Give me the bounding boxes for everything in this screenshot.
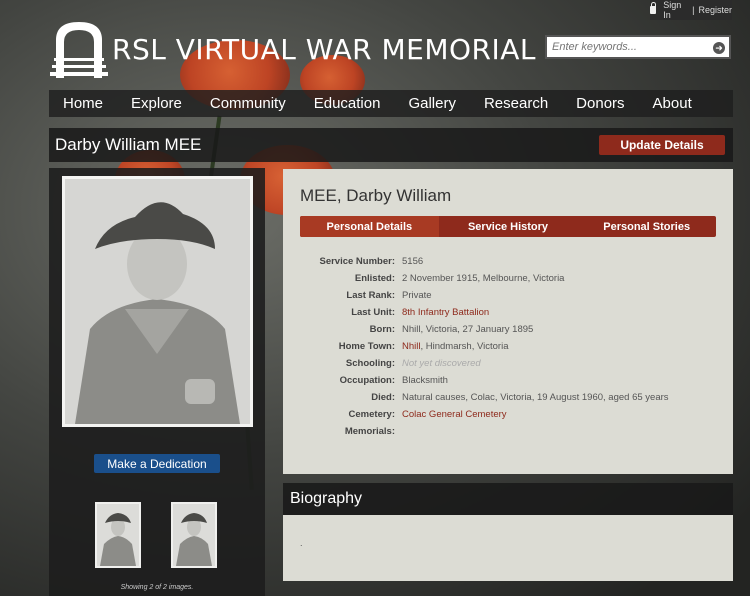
- search-box: ➜: [545, 35, 731, 59]
- photo-panel: Make a Dedication Showing 2 of 2 images.: [49, 168, 265, 596]
- portrait-photo[interactable]: [62, 176, 253, 427]
- details-panel: MEE, Darby William Personal Details Serv…: [283, 169, 733, 474]
- field-label: Service Number:: [319, 256, 395, 267]
- service-number-value: 5156: [402, 256, 424, 267]
- field-label: Enlisted:: [354, 273, 395, 284]
- search-arrow-icon[interactable]: ➜: [713, 42, 725, 54]
- field-label: Last Rank:: [346, 290, 395, 301]
- portrait-image: [65, 179, 250, 424]
- field-row: Last Unit: 8th Infantry Battalion: [300, 306, 716, 319]
- nav-gallery[interactable]: Gallery: [394, 95, 470, 112]
- nav-community[interactable]: Community: [196, 95, 300, 112]
- nav-explore[interactable]: Explore: [117, 95, 196, 112]
- field-label: Home Town:: [338, 341, 395, 352]
- update-details-button[interactable]: Update Details: [599, 135, 725, 155]
- biography-body: .: [283, 515, 733, 581]
- tab-service-history[interactable]: Service History: [439, 216, 578, 237]
- register-link[interactable]: Register: [698, 5, 732, 15]
- thumbnail-1[interactable]: [95, 502, 141, 568]
- occupation-value: Blacksmith: [402, 375, 448, 386]
- field-row: Born: Nhill, Victoria, 27 January 1895: [300, 323, 716, 336]
- cemetery-link[interactable]: Colac General Cemetery: [402, 408, 716, 421]
- image-count-text: Showing 2 of 2 images.: [120, 584, 194, 591]
- personal-details-list: Service Number: 5156 Enlisted: 2 Novembe…: [300, 255, 716, 442]
- biography-heading: Biography: [290, 490, 363, 507]
- nav-education[interactable]: Education: [300, 95, 395, 112]
- field-label: Cemetery:: [348, 409, 395, 420]
- home-town-link[interactable]: Nhill: [402, 341, 420, 352]
- separator: |: [692, 5, 695, 15]
- home-town-value: Nhill, Hindmarsh, Victoria: [402, 340, 716, 353]
- field-row: Occupation: Blacksmith: [300, 374, 716, 387]
- tab-personal-details[interactable]: Personal Details: [300, 216, 439, 237]
- schooling-value: Not yet discovered: [402, 358, 481, 369]
- field-label: Memorials:: [344, 426, 395, 437]
- field-row: Schooling: Not yet discovered: [300, 357, 716, 370]
- lock-icon: [650, 2, 657, 14]
- nav-home[interactable]: Home: [49, 95, 117, 112]
- field-row: Memorials:: [300, 425, 716, 438]
- site-title[interactable]: RSL VIRTUAL WAR MEMORIAL: [112, 33, 536, 66]
- field-row: Died: Natural causes, Colac, Victoria, 1…: [300, 391, 716, 404]
- field-label: Schooling:: [345, 358, 395, 369]
- tab-personal-stories[interactable]: Personal Stories: [577, 216, 716, 237]
- thumbnail-image: [173, 504, 215, 566]
- memorials-value: [402, 425, 716, 438]
- profile-display-name: Darby William MEE: [55, 135, 202, 154]
- rsl-logo-icon[interactable]: [50, 18, 108, 80]
- field-row: Enlisted: 2 November 1915, Melbourne, Vi…: [300, 272, 716, 285]
- profile-name-bar: Darby William MEE Update Details: [49, 128, 733, 162]
- profile-heading: MEE, Darby William: [300, 186, 452, 205]
- enlisted-value: 2 November 1915, Melbourne, Victoria: [402, 273, 565, 284]
- sign-in-link[interactable]: Sign In: [663, 0, 688, 20]
- account-bar: Sign In | Register: [650, 0, 732, 20]
- field-row: Home Town: Nhill, Hindmarsh, Victoria: [300, 340, 716, 353]
- nav-about[interactable]: About: [639, 95, 706, 112]
- field-row: Cemetery: Colac General Cemetery: [300, 408, 716, 421]
- nav-research[interactable]: Research: [470, 95, 562, 112]
- last-unit-link[interactable]: 8th Infantry Battalion: [402, 306, 716, 319]
- born-value: Nhill, Victoria, 27 January 1895: [402, 324, 534, 335]
- thumbnail-image: [97, 504, 139, 566]
- last-rank-value: Private: [402, 290, 432, 301]
- home-town-rest: , Hindmarsh, Victoria: [420, 341, 509, 352]
- field-row: Last Rank: Private: [300, 289, 716, 302]
- field-label: Occupation:: [339, 375, 395, 386]
- field-row: Service Number: 5156: [300, 255, 716, 268]
- biography-header: Biography: [283, 483, 733, 515]
- profile-tabs: Personal Details Service History Persona…: [300, 216, 716, 237]
- main-nav: Home Explore Community Education Gallery…: [49, 90, 733, 117]
- thumbnail-2[interactable]: [171, 502, 217, 568]
- search-input[interactable]: [547, 37, 729, 57]
- make-dedication-button[interactable]: Make a Dedication: [94, 454, 220, 473]
- died-value: Natural causes, Colac, Victoria, 19 Augu…: [402, 392, 669, 403]
- field-label: Born:: [369, 324, 395, 335]
- nav-donors[interactable]: Donors: [562, 95, 638, 112]
- field-label: Died:: [371, 392, 395, 403]
- field-label: Last Unit:: [351, 307, 395, 318]
